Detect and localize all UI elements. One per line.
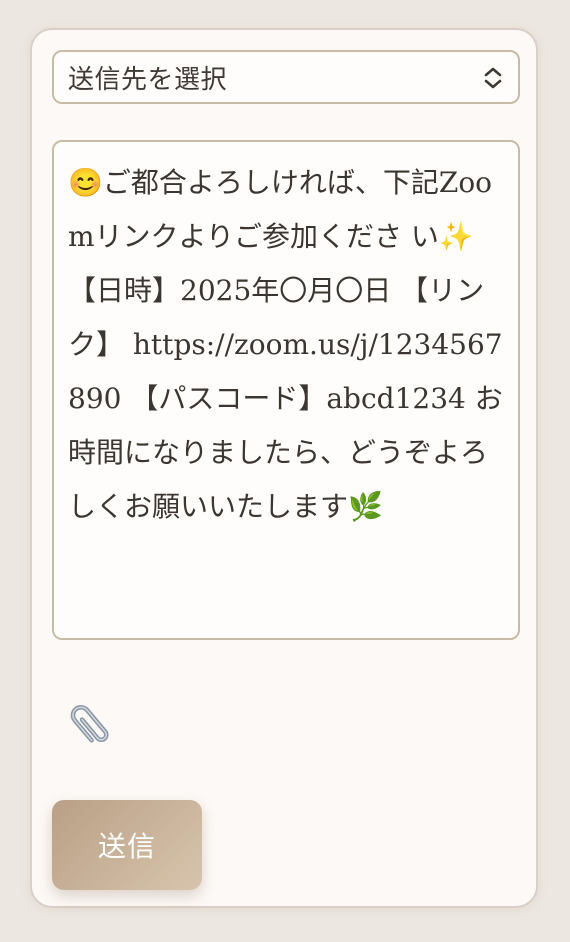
message-text: 😊ご都合よろしければ、下記Zoomリンクよりご参加くださ い✨ 【日時】2025… [68,166,503,523]
paperclip-icon[interactable] [62,698,118,754]
message-textarea[interactable]: 😊ご都合よろしければ、下記Zoomリンクよりご参加くださ い✨ 【日時】2025… [52,140,520,640]
recipient-select[interactable]: 送信先を選択 [52,50,520,104]
message-form-card: 送信先を選択 😊ご都合よろしければ、下記Zoomリンクよりご参加くださ い✨ 【… [30,28,538,908]
send-button[interactable]: 送信 [52,800,202,890]
chevron-up-down-icon [484,67,502,89]
recipient-select-value: 送信先を選択 [68,64,228,95]
